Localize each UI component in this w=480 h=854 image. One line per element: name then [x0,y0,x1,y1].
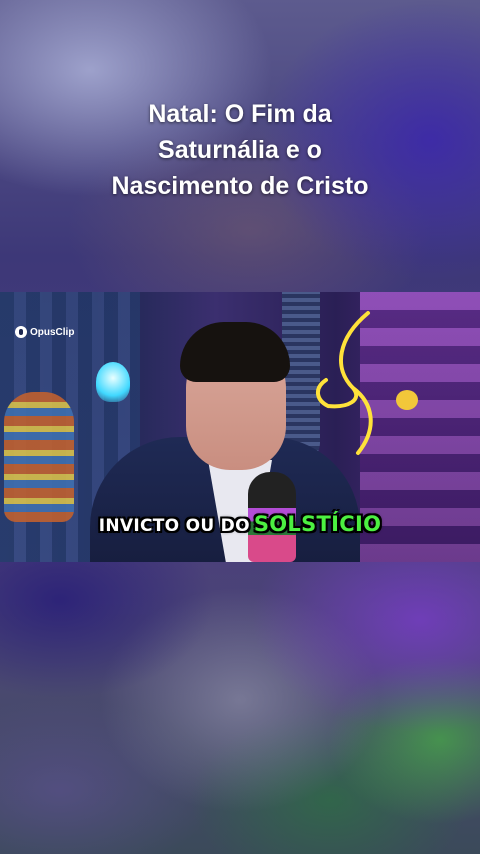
background-doll [4,392,74,522]
video-title-line-1: Natal: O Fim da [148,100,332,128]
video-frame[interactable]: OpusClip INVICTO OU DO SOLSTÍCIO [0,292,480,562]
watermark-label: OpusClip [30,326,75,338]
video-title: Natal: O Fim da Saturnália e o Nasciment… [40,96,440,204]
neon-sign-graphic [316,311,373,455]
opusclip-watermark: OpusClip [15,326,74,338]
video-title-line-2: Saturnália e o [158,136,322,164]
background-toy-duck [396,390,418,410]
video-title-line-3: Nascimento de Cristo [111,172,369,200]
speaker-hair [180,322,290,382]
subtitle-caption: INVICTO OU DO SOLSTÍCIO [0,512,480,536]
background-lamp [96,362,130,402]
short-video-screen: Natal: O Fim da Saturnália e o Nasciment… [0,0,480,854]
caption-highlight-text: SOLSTÍCIO [253,512,382,536]
opusclip-logo-icon [15,326,27,338]
caption-text: INVICTO OU DO [98,516,250,536]
